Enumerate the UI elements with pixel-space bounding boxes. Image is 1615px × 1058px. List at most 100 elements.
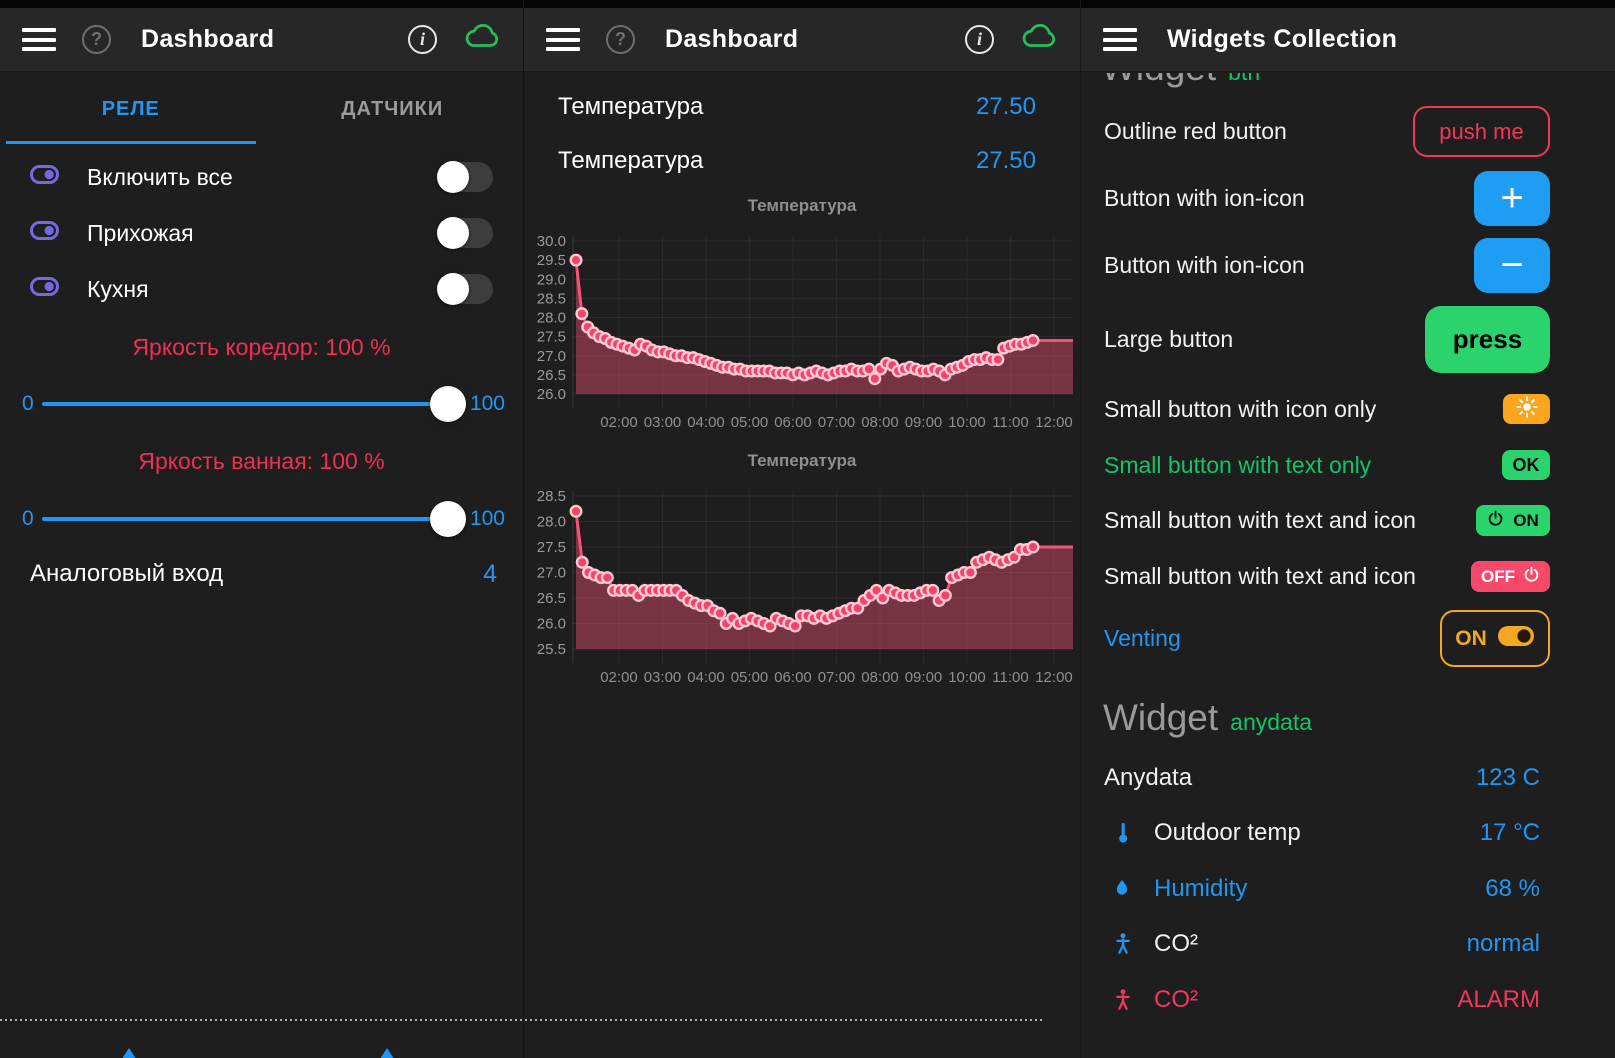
sun-button[interactable] bbox=[1503, 394, 1550, 424]
cloud-status-icon[interactable] bbox=[463, 23, 501, 56]
temperature-label: Температура bbox=[558, 93, 703, 121]
help-icon[interactable]: ? bbox=[606, 25, 635, 54]
switch-row-kitchen: Кухня bbox=[0, 261, 523, 317]
right-appbar: Widgets Collection bbox=[1081, 8, 1615, 72]
switch-label: Кухня bbox=[87, 276, 149, 303]
analog-input-value: 4 bbox=[483, 560, 497, 589]
arrow-tip-icon bbox=[378, 1048, 396, 1058]
svg-text:25.5: 25.5 bbox=[537, 641, 566, 658]
status-bar bbox=[1081, 0, 1615, 8]
slider-knob[interactable] bbox=[430, 386, 466, 422]
venting-button[interactable]: ON bbox=[1440, 610, 1550, 667]
row-label: Anydata bbox=[1104, 764, 1192, 792]
slider-title-corridor: Яркость коредор: 100 % bbox=[0, 330, 523, 364]
slider-bathroom: 0 100 bbox=[0, 499, 523, 539]
widget-row: Venting ON bbox=[1104, 610, 1550, 667]
svg-text:03:00: 03:00 bbox=[644, 669, 682, 686]
row-label: Large button bbox=[1104, 326, 1233, 353]
svg-text:28.5: 28.5 bbox=[537, 290, 566, 307]
power-icon bbox=[1523, 566, 1540, 588]
widget-row: Small button with text and icon OFF bbox=[1104, 561, 1550, 592]
menu-icon[interactable] bbox=[546, 28, 580, 51]
status-bar bbox=[524, 0, 1080, 8]
chart-title: Температура bbox=[524, 196, 1080, 224]
widget-row: Small button with icon only bbox=[1104, 394, 1550, 424]
switch-all[interactable] bbox=[437, 162, 493, 192]
svg-text:28.0: 28.0 bbox=[537, 310, 566, 327]
tab-sensors[interactable]: ДАТЧИКИ bbox=[262, 72, 524, 146]
slider-max-label: 100 bbox=[470, 507, 505, 531]
slider-min-label: 0 bbox=[22, 507, 34, 531]
info-icon[interactable]: i bbox=[408, 25, 437, 54]
person-icon bbox=[1112, 931, 1138, 957]
plus-button[interactable]: + bbox=[1474, 171, 1550, 226]
svg-text:30.0: 30.0 bbox=[537, 233, 566, 250]
on-button[interactable]: ON bbox=[1476, 505, 1550, 536]
widget-heading: Widget bbox=[1103, 697, 1218, 739]
menu-icon[interactable] bbox=[22, 28, 56, 51]
press-button[interactable]: press bbox=[1425, 306, 1550, 373]
push-me-button[interactable]: push me bbox=[1413, 106, 1550, 157]
svg-text:03:00: 03:00 bbox=[644, 414, 682, 431]
cloud-status-icon[interactable] bbox=[1020, 23, 1058, 56]
svg-text:08:00: 08:00 bbox=[861, 414, 899, 431]
svg-text:04:00: 04:00 bbox=[687, 669, 725, 686]
data-row-co2-normal: CO² normal bbox=[1104, 921, 1540, 967]
status-bar bbox=[0, 0, 523, 8]
tab-relays[interactable]: РЕЛЕ bbox=[0, 72, 262, 146]
svg-text:06:00: 06:00 bbox=[774, 414, 812, 431]
svg-text:28.0: 28.0 bbox=[537, 514, 566, 531]
switch-row-hallway: Прихожая bbox=[0, 205, 523, 261]
switch-label: Прихожая bbox=[87, 220, 194, 247]
panel-dashboard-sensors: ? Dashboard i Температура 27.50 Температ… bbox=[523, 0, 1080, 1058]
page-title: Widgets Collection bbox=[1167, 25, 1397, 54]
svg-text:02:00: 02:00 bbox=[600, 414, 638, 431]
data-row-anydata: Anydata 123 C bbox=[1104, 755, 1540, 801]
svg-text:10:00: 10:00 bbox=[948, 669, 986, 686]
svg-text:12:00: 12:00 bbox=[1035, 414, 1073, 431]
temperature-chart-1: 26.026.527.027.528.028.529.029.530.002:0… bbox=[524, 228, 1081, 440]
row-label: Venting bbox=[1104, 625, 1181, 652]
slider-track[interactable] bbox=[42, 499, 462, 539]
toggle-outline-icon bbox=[30, 165, 59, 189]
svg-text:07:00: 07:00 bbox=[818, 414, 856, 431]
panel-dashboard-relays: ? Dashboard i РЕЛЕ ДАТЧИКИ Включить все … bbox=[0, 0, 523, 1058]
svg-text:10:00: 10:00 bbox=[948, 414, 986, 431]
off-button[interactable]: OFF bbox=[1471, 561, 1550, 592]
menu-icon[interactable] bbox=[1103, 28, 1137, 51]
slider-knob[interactable] bbox=[430, 501, 466, 537]
thermometer-icon bbox=[1112, 820, 1138, 846]
switch-label: Включить все bbox=[87, 164, 233, 191]
ok-button[interactable]: OK bbox=[1502, 450, 1550, 480]
page-title: Dashboard bbox=[665, 25, 798, 54]
temperature-row: Температура 27.50 bbox=[524, 80, 1080, 134]
widget-row: Small button with text only OK bbox=[1104, 450, 1550, 480]
row-value: 68 % bbox=[1485, 875, 1540, 903]
row-value: 17 °C bbox=[1480, 819, 1540, 847]
svg-text:27.0: 27.0 bbox=[537, 565, 566, 582]
toggle-outline-icon bbox=[30, 277, 59, 301]
info-icon[interactable]: i bbox=[965, 25, 994, 54]
slider-track[interactable] bbox=[42, 384, 462, 424]
switch-kitchen[interactable] bbox=[437, 274, 493, 304]
widget-row: Button with ion-icon + bbox=[1104, 171, 1550, 226]
power-icon bbox=[1487, 510, 1504, 532]
switch-hallway[interactable] bbox=[437, 218, 493, 248]
svg-text:09:00: 09:00 bbox=[905, 414, 943, 431]
minus-button[interactable]: − bbox=[1474, 238, 1550, 293]
svg-text:28.5: 28.5 bbox=[537, 488, 566, 505]
help-icon[interactable]: ? bbox=[82, 25, 111, 54]
dotted-divider bbox=[0, 1019, 1045, 1021]
temperature-chart-2: 25.526.026.527.027.528.028.502:0003:0004… bbox=[524, 483, 1081, 695]
svg-text:27.0: 27.0 bbox=[537, 348, 566, 365]
person-icon bbox=[1112, 987, 1138, 1013]
svg-text:08:00: 08:00 bbox=[861, 669, 899, 686]
row-label: Small button with icon only bbox=[1104, 396, 1376, 423]
widget-heading-suffix: anydata bbox=[1230, 709, 1312, 736]
svg-text:04:00: 04:00 bbox=[687, 414, 725, 431]
panel-widgets-collection: Widgets Collection Widgetbtn Outline red… bbox=[1080, 0, 1615, 1058]
button-label: OFF bbox=[1481, 567, 1515, 587]
droplet-icon bbox=[1112, 877, 1138, 901]
svg-text:29.5: 29.5 bbox=[537, 252, 566, 269]
row-value: 123 C bbox=[1476, 764, 1540, 792]
